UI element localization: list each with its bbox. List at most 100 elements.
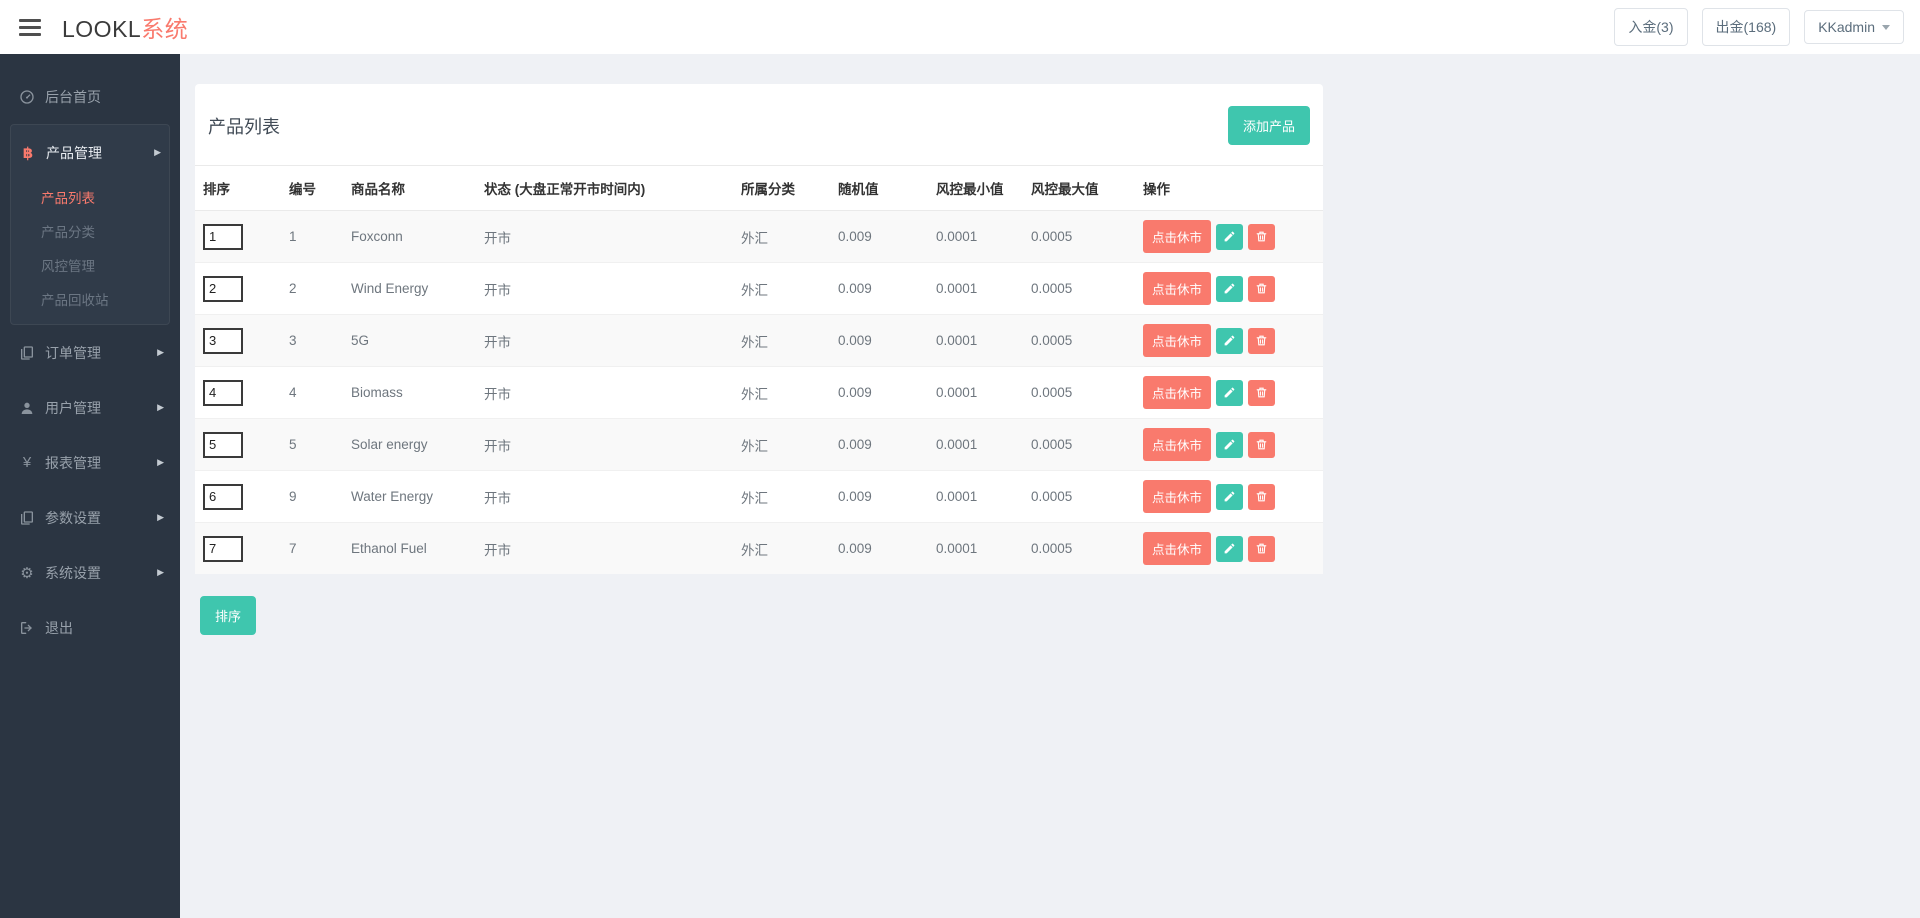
row-random-value: 0.009 <box>838 385 872 400</box>
sort-input[interactable] <box>203 223 243 250</box>
chevron-right-icon: ▶ <box>157 402 164 412</box>
row-random-value: 0.009 <box>838 333 872 348</box>
row-status: 开市 <box>484 334 511 350</box>
column-header: 编号 <box>281 165 343 211</box>
edit-button[interactable] <box>1216 535 1244 562</box>
sidebar-item-5[interactable]: 参数设置 ▶ <box>0 490 180 545</box>
delete-button[interactable] <box>1248 431 1276 458</box>
topbar: LOOKL系统 入金(3) 出金(168) KKadmin <box>0 0 1920 54</box>
row-risk-max: 0.0005 <box>1031 333 1073 348</box>
delete-button[interactable] <box>1248 327 1276 354</box>
table-row: 5 Solar energy 开市 外汇 0.009 0.0001 0.0005… <box>195 418 1323 471</box>
chevron-right-icon: ▶ <box>157 512 164 522</box>
delete-button[interactable] <box>1248 483 1276 510</box>
sidebar-item-6[interactable]: ⚙ 系统设置 ▶ <box>0 545 180 600</box>
sort-input[interactable] <box>203 535 243 562</box>
sidebar-subitem[interactable]: 风控管理 <box>11 248 169 282</box>
sidebar-subitem[interactable]: 产品列表 <box>11 180 169 214</box>
add-product-button[interactable]: 添加产品 <box>1227 106 1310 145</box>
row-id: 7 <box>289 541 297 556</box>
row-status: 开市 <box>484 386 511 402</box>
row-category: 外汇 <box>741 386 768 402</box>
sidebar-subitem[interactable]: 产品回收站 <box>11 282 169 316</box>
sort-input[interactable] <box>203 483 243 510</box>
column-header: 排序 <box>195 165 281 211</box>
sidebar-item-4[interactable]: ¥ 报表管理 ▶ <box>0 435 180 490</box>
row-name: Biomass <box>351 385 403 400</box>
row-risk-min: 0.0001 <box>936 385 978 400</box>
row-risk-max: 0.0005 <box>1031 281 1073 296</box>
pencil-icon <box>1224 543 1235 554</box>
row-id: 9 <box>289 489 297 504</box>
hamburger-menu-icon[interactable] <box>19 15 41 40</box>
yen-icon: ¥ <box>22 454 32 471</box>
close-market-button[interactable]: 点击休市 <box>1143 272 1212 305</box>
edit-button[interactable] <box>1216 379 1244 406</box>
row-random-value: 0.009 <box>838 281 872 296</box>
close-market-button[interactable]: 点击休市 <box>1143 532 1212 565</box>
sort-input[interactable] <box>203 275 243 302</box>
row-status: 开市 <box>484 438 511 454</box>
bitcoin-icon: ฿ <box>22 144 34 162</box>
table-row: 2 Wind Energy 开市 外汇 0.009 0.0001 0.0005 … <box>195 263 1323 315</box>
column-header: 操作 <box>1135 165 1323 211</box>
sort-input[interactable] <box>203 379 243 406</box>
sidebar-item-7[interactable]: 退出 <box>0 600 180 655</box>
deposit-button[interactable]: 入金(3) <box>1614 8 1688 46</box>
sidebar-item-1[interactable]: ฿ 产品管理 ▶ <box>11 125 169 180</box>
column-header: 商品名称 <box>343 165 476 211</box>
row-status: 开市 <box>484 282 511 298</box>
pencil-icon <box>1224 335 1235 346</box>
row-category: 外汇 <box>741 334 768 350</box>
close-market-button[interactable]: 点击休市 <box>1143 428 1212 461</box>
trash-icon <box>1256 283 1267 294</box>
row-random-value: 0.009 <box>838 229 872 244</box>
edit-button[interactable] <box>1216 223 1244 250</box>
trash-icon <box>1256 543 1267 554</box>
row-status: 开市 <box>484 230 511 246</box>
sort-input[interactable] <box>203 431 243 458</box>
delete-button[interactable] <box>1248 223 1276 250</box>
user-menu-button[interactable]: KKadmin <box>1804 10 1904 44</box>
sidebar-item-2[interactable]: 订单管理 ▶ <box>0 325 180 380</box>
edit-button[interactable] <box>1216 327 1244 354</box>
logo-primary: LOOKL <box>62 16 142 42</box>
delete-button[interactable] <box>1248 535 1276 562</box>
chevron-right-icon: ▶ <box>157 567 164 577</box>
row-id: 5 <box>289 437 297 452</box>
dashboard-icon <box>18 89 36 105</box>
sidebar-subitem[interactable]: 产品分类 <box>11 214 169 248</box>
files-icon <box>18 345 36 361</box>
close-market-button[interactable]: 点击休市 <box>1143 324 1212 357</box>
logo-accent: 系统 <box>141 16 189 42</box>
close-market-button[interactable]: 点击休市 <box>1143 220 1212 253</box>
row-category: 外汇 <box>741 282 768 298</box>
sort-button[interactable]: 排序 <box>200 596 257 635</box>
row-name: Foxconn <box>351 229 403 244</box>
row-risk-max: 0.0005 <box>1031 541 1073 556</box>
edit-button[interactable] <box>1216 483 1244 510</box>
page-title: 产品列表 <box>208 116 280 137</box>
delete-button[interactable] <box>1248 275 1276 302</box>
pencil-icon <box>1224 283 1235 294</box>
withdraw-button[interactable]: 出金(168) <box>1701 8 1791 46</box>
delete-button[interactable] <box>1248 379 1276 406</box>
edit-button[interactable] <box>1216 431 1244 458</box>
chevron-right-icon: ▶ <box>154 147 161 157</box>
table-row: 1 Foxconn 开市 外汇 0.009 0.0001 0.0005 点击休市 <box>195 210 1323 263</box>
chevron-right-icon: ▶ <box>157 347 164 357</box>
sidebar-item-label: 参数设置 <box>45 509 101 526</box>
column-header: 风控最大值 <box>1023 165 1135 211</box>
edit-button[interactable] <box>1216 275 1244 302</box>
close-market-button[interactable]: 点击休市 <box>1143 480 1212 513</box>
close-market-button[interactable]: 点击休市 <box>1143 376 1212 409</box>
sort-input[interactable] <box>203 327 243 354</box>
row-status: 开市 <box>484 542 511 558</box>
sidebar-item-3[interactable]: 用户管理 ▶ <box>0 380 180 435</box>
sidebar-item-0[interactable]: 后台首页 <box>0 69 180 124</box>
pencil-icon <box>1224 491 1235 502</box>
row-risk-min: 0.0001 <box>936 281 978 296</box>
pencil-icon <box>1224 231 1235 242</box>
row-risk-max: 0.0005 <box>1031 385 1073 400</box>
row-risk-min: 0.0001 <box>936 489 978 504</box>
